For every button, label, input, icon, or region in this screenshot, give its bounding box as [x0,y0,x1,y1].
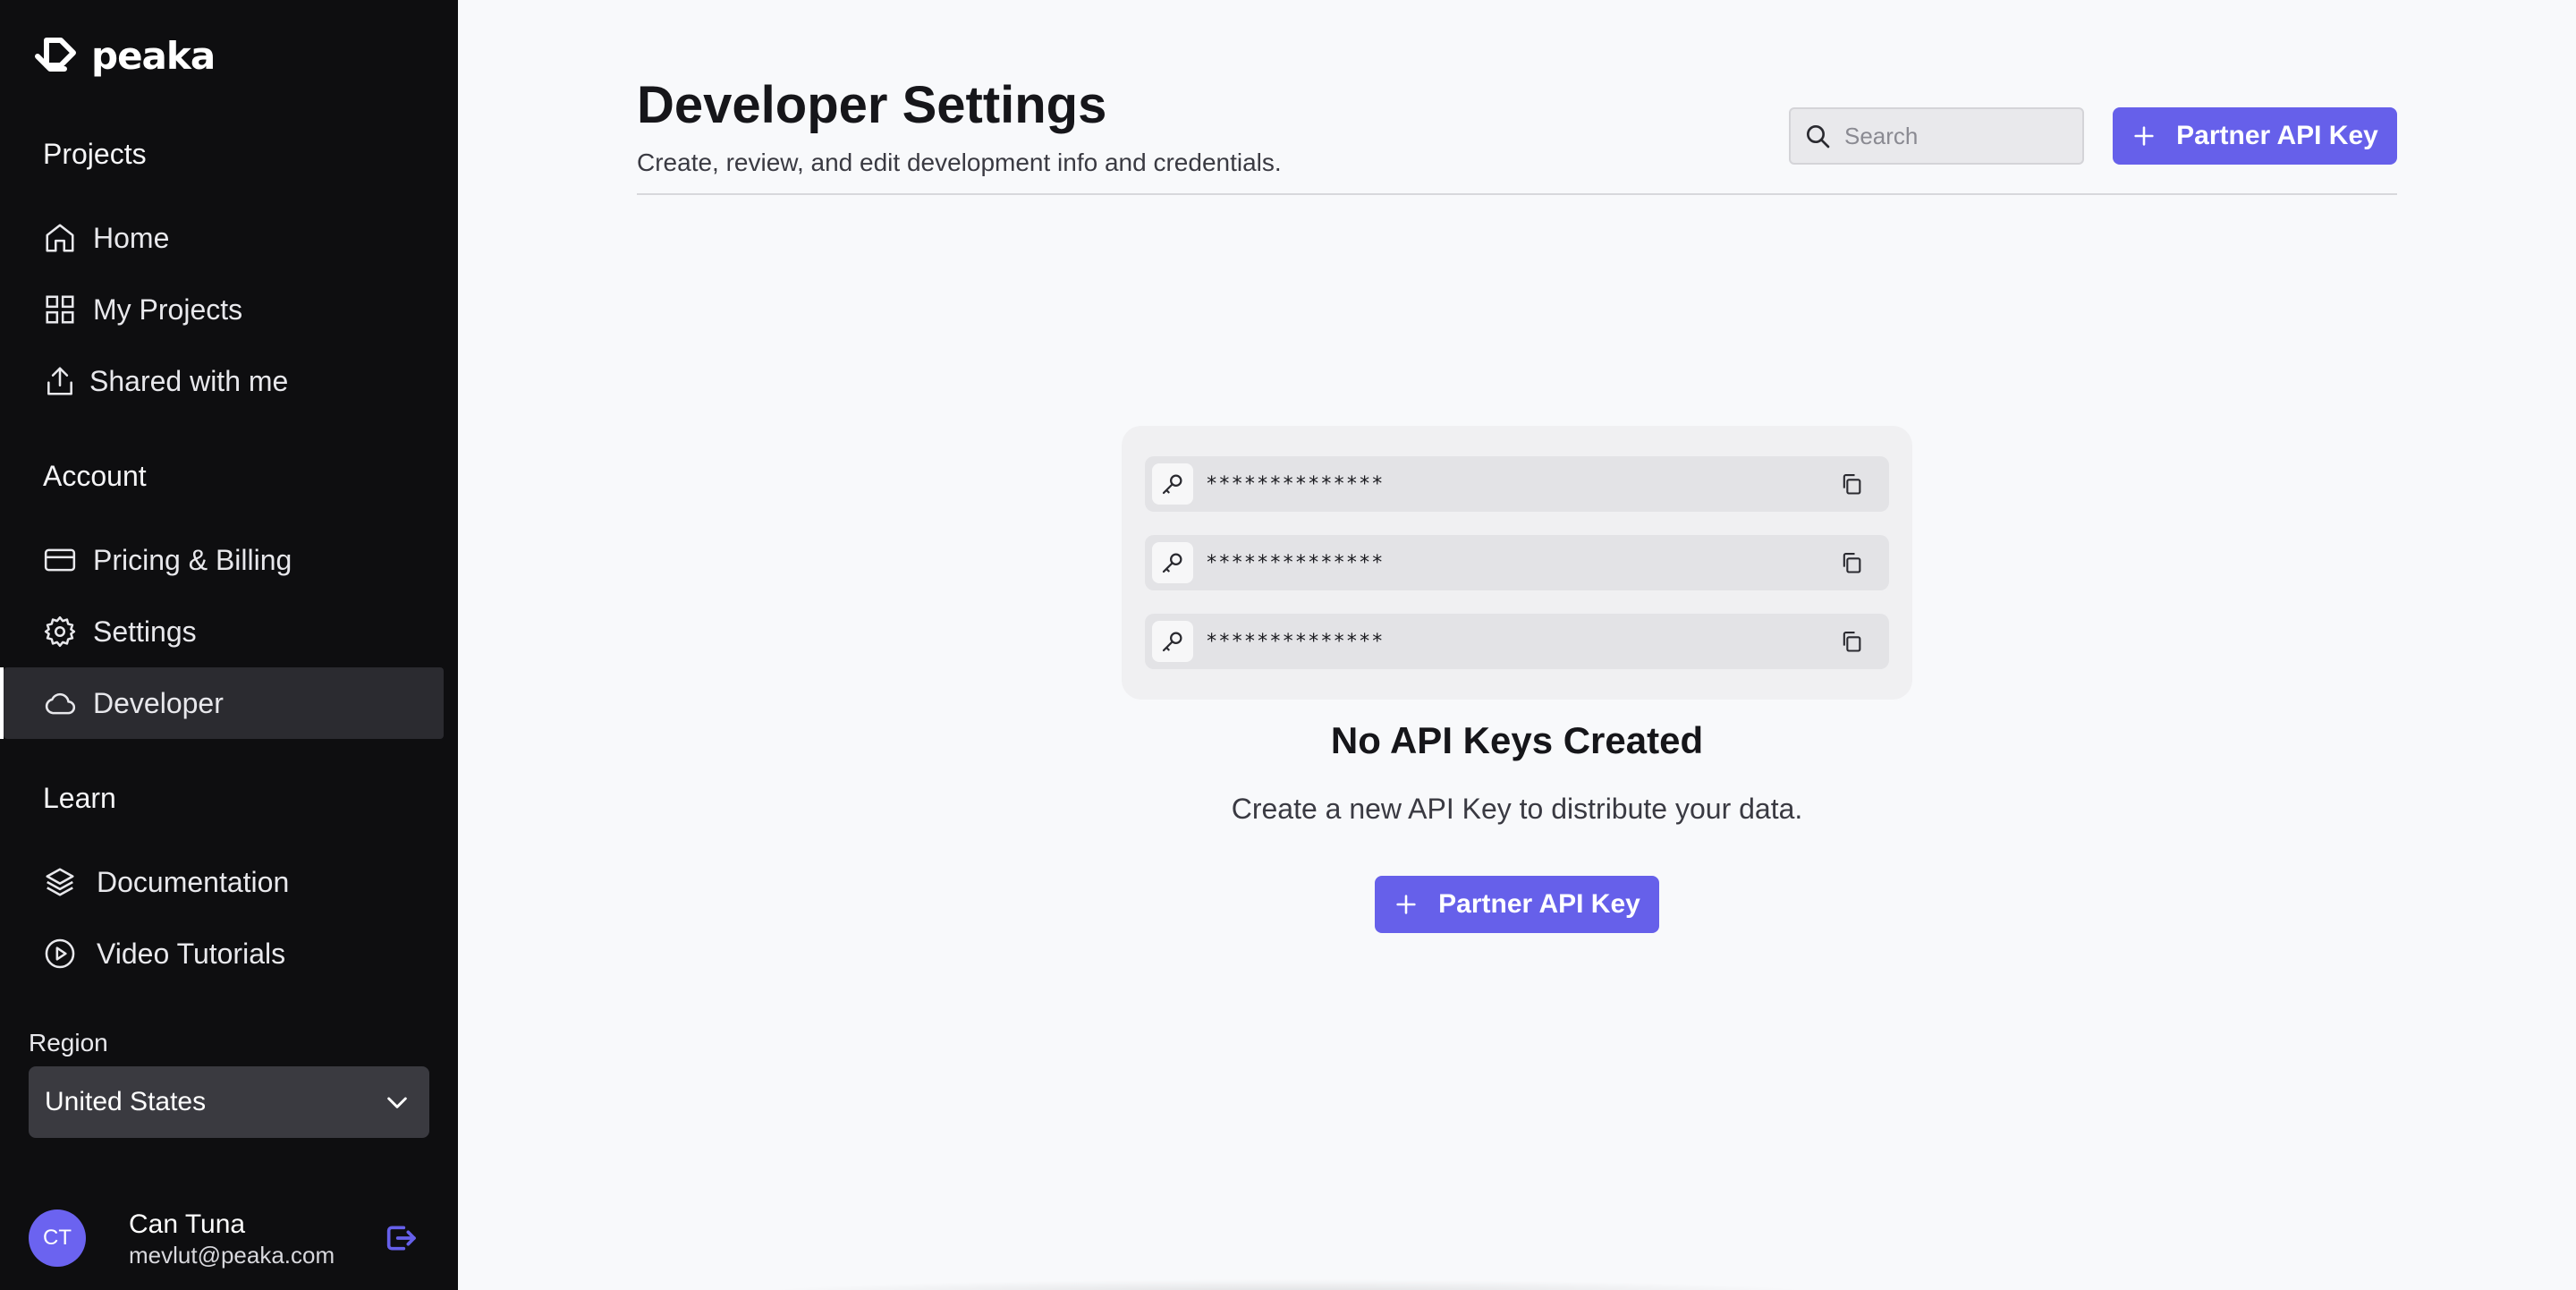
brand-name: peaka [91,34,216,78]
avatar[interactable]: CT [29,1209,86,1267]
key-icon [1162,632,1182,652]
play-circle-icon [43,937,77,971]
button-label: Partner API Key [1438,889,1640,919]
user-name: Can Tuna [129,1209,246,1239]
empty-state-description: Create a new API Key to distribute your … [1231,793,1803,825]
sidebar-item-label: Documentation [97,865,290,898]
sidebar-item-settings[interactable]: Settings [43,607,197,656]
peaka-logo-icon [35,37,76,72]
sidebar-item-shared-with-me[interactable]: Shared with me [43,357,288,405]
key-icon [1162,553,1182,573]
sidebar-item-pricing-billing[interactable]: Pricing & Billing [43,536,292,584]
section-title-account: Account [43,460,147,492]
copy-icon [1843,553,1861,573]
chevron-down-icon [387,1097,407,1108]
api-key-illustration: ************** ************** **********… [1122,426,1912,700]
layers-icon [43,865,77,899]
sidebar-item-label: My Projects [93,293,243,326]
cloud-icon [43,686,77,720]
sidebar-item-label: Home [93,221,170,254]
partner-api-key-button[interactable]: Partner API Key [2113,107,2397,165]
section-title-projects: Projects [43,138,147,170]
search-icon [1807,125,1830,149]
plus-icon [1396,895,1416,914]
bottom-shadow [751,1279,1825,1290]
page-title: Developer Settings [637,76,1107,134]
key-icon-box [1152,463,1193,505]
create-partner-api-key-button[interactable]: Partner API Key [1375,876,1659,933]
sidebar-item-label: Developer [93,686,224,719]
logout-icon[interactable] [383,1220,419,1256]
sidebar-item-video-tutorials[interactable]: Video Tutorials [43,929,285,978]
sidebar-item-label: Shared with me [89,364,289,397]
key-icon-box [1152,621,1193,662]
key-icon [1162,474,1182,495]
search-input[interactable] [1844,122,2070,150]
credit-card-icon [43,543,77,577]
plus-icon [2134,126,2154,146]
empty-state-title: No API Keys Created [1330,719,1704,761]
masked-key: ************** [1206,630,1385,653]
home-icon [43,221,77,255]
sidebar-item-my-projects[interactable]: My Projects [43,285,242,334]
copy-icon [1843,474,1861,495]
sidebar-item-home[interactable]: Home [43,214,169,262]
sidebar-item-developer[interactable]: Developer [43,679,224,727]
search-box[interactable] [1789,107,2084,165]
user-email: mevlut@peaka.com [129,1242,335,1269]
sidebar-item-label: Pricing & Billing [93,543,292,576]
sidebar-item-documentation[interactable]: Documentation [43,858,289,906]
api-key-row: ************** [1145,614,1889,669]
gear-icon [43,615,77,649]
region-select[interactable]: United States [29,1066,429,1138]
active-item-indicator [0,667,4,739]
button-label: Partner API Key [2176,121,2378,150]
header-divider [637,193,2397,195]
sidebar-item-label: Settings [93,615,197,648]
grid-icon [43,293,77,327]
key-icon-box [1152,542,1193,583]
share-icon [43,364,77,398]
api-key-row: ************** [1145,456,1889,512]
page-subtitle: Create, review, and edit development inf… [637,149,1282,176]
masked-key: ************** [1206,472,1385,496]
sidebar: peaka Projects Home My Projects Shared w… [0,0,458,1290]
masked-key: ************** [1206,551,1385,574]
sidebar-item-label: Video Tutorials [97,937,286,970]
brand-logo[interactable]: peaka [34,34,216,78]
api-key-row: ************** [1145,535,1889,590]
section-title-learn: Learn [43,782,116,814]
copy-icon [1843,632,1861,652]
region-label: Region [29,1029,108,1057]
region-value: United States [45,1087,207,1116]
